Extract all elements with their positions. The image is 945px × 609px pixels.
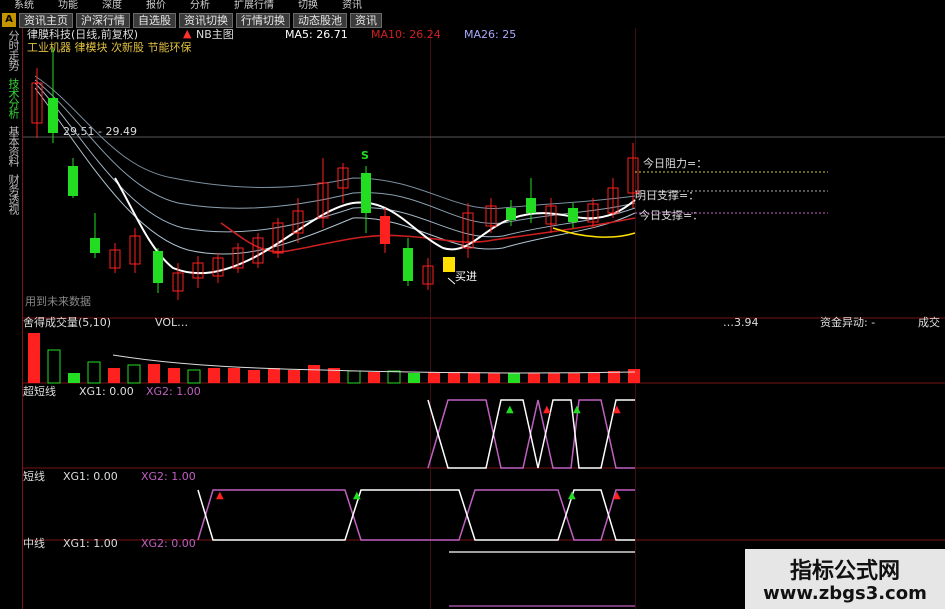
menu-bar: 系统 功能 深度 报价 分析 扩展行情 切换 资讯 — [0, 0, 535, 12]
panel-super-short-title: 超短线 — [23, 385, 56, 398]
tab-quote-switch[interactable]: 行情切换 — [236, 12, 290, 28]
svg-text:▲: ▲ — [353, 490, 361, 501]
tab-watchlist[interactable]: 自选股 — [133, 12, 176, 28]
menu-extended[interactable]: 扩展行情 — [234, 0, 274, 12]
menu-depth[interactable]: 深度 — [102, 0, 122, 12]
menu-system[interactable]: 系统 — [14, 0, 34, 12]
tab-a-icon[interactable]: A — [2, 13, 16, 27]
ma-band-line — [34, 75, 636, 209]
svg-text:▲: ▲ — [613, 490, 621, 501]
tab-news-home[interactable]: 资讯主页 — [19, 12, 73, 28]
ma-band-line — [34, 87, 636, 255]
tab-sh-sz[interactable]: 沪深行情 — [76, 12, 130, 28]
mid-lines — [449, 551, 635, 607]
left-sidebar: 分时走势 技术分析 基本资料 财务透视 — [0, 28, 23, 609]
short-lines: ▲ ▲ ▲ ▲ — [197, 489, 635, 541]
volume-extra: 成交 — [918, 316, 940, 329]
menu-quote[interactable]: 报价 — [146, 0, 166, 12]
panel-mid-title: 中线 — [23, 537, 45, 550]
svg-text:▲: ▲ — [543, 404, 551, 415]
volume-bars — [28, 333, 640, 384]
buy-pointer — [447, 277, 456, 285]
tab-news[interactable]: 资讯 — [350, 12, 382, 28]
panel-super-short-xg2: XG2: 1.00 — [146, 385, 201, 398]
panel-short-xg1: XG1: 0.00 — [63, 470, 118, 483]
panel-super-short-xg1: XG1: 0.00 — [79, 385, 134, 398]
tab-bar: A 资讯主页 沪深行情 自选股 资讯切换 行情切换 动态股池 资讯 — [0, 12, 535, 28]
panel-short-xg2: XG2: 1.00 — [141, 470, 196, 483]
menu-news[interactable]: 资讯 — [342, 0, 362, 12]
panel-mid-xg1: XG1: 1.00 — [63, 537, 118, 550]
watermark-title: 指标公式网 — [789, 559, 900, 584]
buy-candle — [443, 257, 455, 272]
svg-text:▲: ▲ — [573, 404, 581, 415]
watermark-box: 指标公式网 www.zbgs3.com — [745, 549, 945, 609]
fund-change: 资金异动: - — [820, 316, 876, 329]
volume-label: 舍得成交量(5,10) — [23, 316, 112, 329]
volume-value: VOL… — [155, 316, 189, 329]
panel-mid-xg2: XG2: 0.00 — [141, 537, 196, 550]
super-short-lines: ▲ ▲ ▲ ▲ — [427, 399, 635, 469]
side-tab-timeshare[interactable]: 分时走势 — [3, 30, 20, 70]
side-tab-finance[interactable]: 财务透视 — [3, 174, 20, 214]
svg-text:▲: ▲ — [568, 490, 576, 501]
menu-switch[interactable]: 切换 — [298, 0, 318, 12]
side-tab-technical[interactable]: 技术分析 — [3, 78, 20, 118]
svg-text:▲: ▲ — [506, 404, 514, 415]
menu-analysis[interactable]: 分析 — [190, 0, 210, 12]
side-tab-profile[interactable]: 基本资料 — [3, 126, 20, 166]
tab-news-switch[interactable]: 资讯切换 — [179, 12, 233, 28]
tab-stock-pool[interactable]: 动态股池 — [293, 12, 347, 28]
volume-value2: …3.94 — [723, 316, 759, 329]
chart-area[interactable]: 律膜科技(日线,前复权) ▲ NB主图 MA5: 26.71 MA10: 26.… — [23, 28, 945, 609]
ma-band-line — [34, 79, 636, 224]
svg-text:▲: ▲ — [216, 490, 224, 501]
panel-short-title: 短线 — [23, 470, 45, 483]
watermark-url: www.zbgs3.com — [763, 583, 927, 604]
candlesticks — [31, 48, 639, 300]
svg-text:▲: ▲ — [613, 404, 621, 415]
menu-function[interactable]: 功能 — [58, 0, 78, 12]
